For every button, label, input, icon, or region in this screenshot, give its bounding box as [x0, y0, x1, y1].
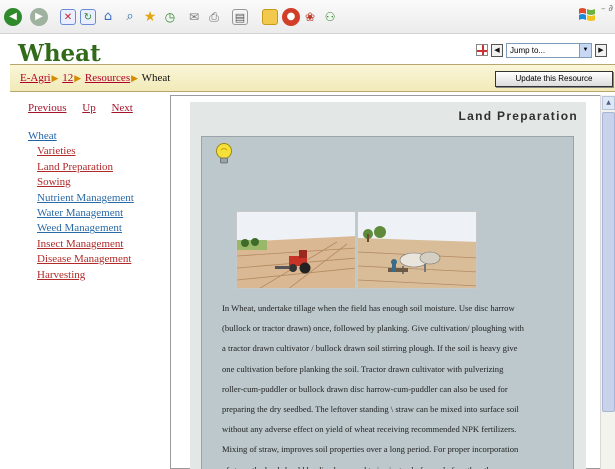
tree-item-water-management[interactable]: Water Management: [37, 206, 134, 221]
tree-item-wheat[interactable]: Wheat: [28, 129, 134, 144]
jump-next-button[interactable]: ▶: [595, 43, 607, 57]
text-line: a tractor drawn cultivator / bullock dra…: [222, 343, 518, 354]
tree-item-disease-management[interactable]: Disease Management: [37, 252, 134, 267]
forward-icon[interactable]: ▶: [30, 8, 48, 26]
update-resource-button[interactable]: Update this Resource: [495, 71, 613, 87]
text-line: Mixing of straw, improves soil propertie…: [222, 444, 519, 455]
jump-to-select[interactable]: Jump to... ▼: [506, 42, 592, 58]
jump-prev-button[interactable]: ◀: [491, 43, 503, 57]
topic-tree: Wheat Varieties Land Preparation Sowing …: [28, 129, 134, 283]
print-icon[interactable]: ⎙: [206, 9, 222, 25]
scroll-thumb[interactable]: [602, 112, 615, 412]
scroll-up-icon[interactable]: ▲: [602, 96, 615, 110]
favorites-icon[interactable]: ★: [142, 9, 158, 25]
page-title: Wheat: [18, 40, 101, 67]
jump-navigation: ◀ Jump to... ▼ ▶: [476, 42, 607, 58]
text-line: roller-cum-puddler or bullock drawn disc…: [222, 383, 508, 394]
chevron-down-icon: ▼: [579, 43, 591, 57]
breadcrumb-separator: ▶: [74, 73, 82, 83]
window-controls[interactable]: – ∂: [601, 4, 613, 14]
breadcrumb-separator: ▶: [51, 73, 59, 83]
back-icon[interactable]: ◀: [4, 8, 22, 26]
text-line: without any adverse effect on yield of w…: [222, 424, 517, 435]
lightbulb-icon: [216, 143, 232, 164]
text-line: (bullock or tractor drawn) once, followe…: [222, 323, 524, 334]
tree-item-weed-management[interactable]: Weed Management: [37, 221, 134, 236]
network-icon[interactable]: ⚇: [322, 9, 338, 25]
jump-to-label: Jump to...: [510, 45, 546, 55]
breadcrumb-link-12[interactable]: 12: [62, 72, 73, 84]
up-link[interactable]: Up: [82, 102, 95, 114]
land-preparation-text: In Wheat, undertake tillage when the fie…: [222, 298, 570, 469]
tree-item-nutrient-management[interactable]: Nutrient Management: [37, 191, 134, 206]
stop-icon[interactable]: ✕: [60, 9, 76, 25]
breadcrumb-rule: [10, 91, 615, 92]
breadcrumb: E-Agri▶ 12▶ Resources▶ Wheat: [20, 72, 170, 84]
tractor-cultivator-image: [236, 211, 356, 289]
history-icon[interactable]: ◷: [162, 9, 178, 25]
bullock-harrow-image: [357, 211, 477, 289]
text-line: In Wheat, undertake tillage when the fie…: [222, 303, 515, 313]
tree-item-varieties[interactable]: Varieties: [37, 144, 134, 159]
refresh-icon[interactable]: ↻: [80, 9, 96, 25]
breadcrumb-current: Wheat: [141, 72, 171, 84]
tree-item-land-preparation[interactable]: Land Preparation: [37, 160, 134, 175]
content-scrollbar[interactable]: ▲: [600, 95, 615, 469]
flag-icon[interactable]: [476, 44, 488, 56]
folder-icon[interactable]: [262, 9, 278, 25]
previous-link[interactable]: Previous: [28, 102, 67, 114]
red-circle-icon[interactable]: ●: [282, 8, 300, 26]
next-link[interactable]: Next: [111, 102, 132, 114]
breadcrumb-separator: ▶: [131, 73, 139, 83]
windows-logo-icon: [579, 8, 595, 21]
tree-item-sowing[interactable]: Sowing: [37, 175, 134, 190]
edit-icon[interactable]: ▤: [232, 9, 248, 25]
pager: Previous Up Next: [28, 102, 146, 114]
messenger-icon[interactable]: ❀: [302, 9, 318, 25]
tree-item-insect-management[interactable]: Insect Management: [37, 237, 134, 252]
browser-toolbar: ◀ ▶ ✕ ↻ ⌂ ⌕ ★ ◷ ✉ ⎙ ▤ ● ❀ ⚇ – ∂: [0, 0, 615, 34]
text-line: preparing the dry seedbed. The leftover …: [222, 404, 519, 415]
home-icon[interactable]: ⌂: [100, 9, 116, 25]
tree-item-harvesting[interactable]: Harvesting: [37, 268, 134, 283]
mail-icon[interactable]: ✉: [186, 9, 202, 25]
text-line: of straw the land should be disc-harrowe…: [222, 460, 570, 469]
text-line: one cultivation before planking the soil…: [222, 363, 504, 374]
search-icon[interactable]: ⌕: [122, 9, 138, 25]
breadcrumb-link-resources[interactable]: Resources: [85, 72, 130, 84]
section-title: Land Preparation: [458, 109, 578, 123]
breadcrumb-link-eagri[interactable]: E-Agri: [20, 72, 51, 84]
